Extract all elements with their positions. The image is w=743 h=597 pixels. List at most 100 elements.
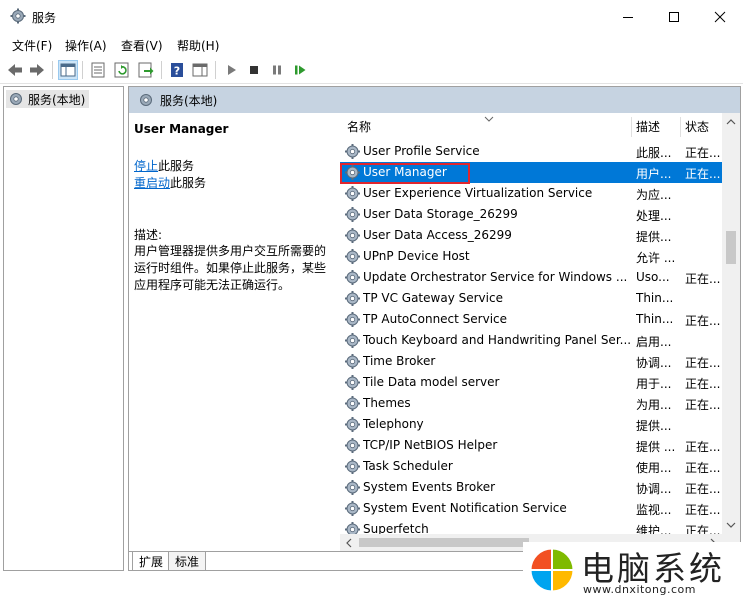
properties-icon: [91, 62, 105, 78]
properties-button[interactable]: [88, 60, 108, 80]
show-console-tree-button[interactable]: [58, 60, 78, 80]
description-text: 用户管理器提供多用户交互所需要的 运行时组件。如果停止此服务，某些 应用程序可能…: [134, 243, 332, 294]
service-row[interactable]: Time Broker 协调... 正在...: [340, 351, 722, 372]
service-row[interactable]: User Profile Service 此服... 正在...: [340, 141, 722, 162]
stop-service-button[interactable]: [244, 60, 264, 80]
service-row[interactable]: TP VC Gateway Service Thin...: [340, 288, 722, 309]
stop-service-link[interactable]: 停止: [134, 159, 158, 173]
service-status: 正在...: [685, 482, 721, 496]
play-icon: [228, 65, 236, 75]
service-row[interactable]: User Data Storage_26299 处理...: [340, 204, 722, 225]
service-row[interactable]: User Experience Virtualization Service 为应…: [340, 183, 722, 204]
tab-standard[interactable]: 标准: [168, 552, 207, 570]
column-header-description[interactable]: 描述: [636, 113, 678, 139]
service-status: 正在...: [685, 398, 721, 412]
refresh-button[interactable]: [112, 60, 132, 80]
stop-action: 停止此服务: [134, 157, 194, 174]
scroll-left-icon[interactable]: [345, 538, 353, 548]
service-name: Task Scheduler: [363, 459, 453, 473]
toolbar: ?: [0, 56, 743, 84]
service-name: Telephony: [363, 417, 424, 431]
service-status: 正在...: [685, 377, 721, 391]
maximize-button[interactable]: [651, 0, 697, 34]
service-description: 协调...: [636, 482, 672, 496]
service-row[interactable]: Themes 为用... 正在...: [340, 393, 722, 414]
vertical-scrollbar[interactable]: [722, 113, 740, 534]
pane-header-title: 服务(本地): [160, 93, 218, 108]
help-button[interactable]: ?: [167, 60, 187, 80]
selected-service-name: User Manager: [134, 122, 229, 136]
restart-action: 重启动此服务: [134, 174, 206, 191]
service-row[interactable]: User Data Access_26299 提供...: [340, 225, 722, 246]
menu-bar: 文件(F) 操作(A) 查看(V) 帮助(H): [0, 34, 743, 56]
service-row[interactable]: TP AutoConnect Service Thin... 正在...: [340, 309, 722, 330]
pane-header: 服务(本地): [129, 87, 740, 113]
show-action-pane-button[interactable]: [190, 60, 210, 80]
column-divider[interactable]: [680, 117, 681, 137]
minimize-button[interactable]: [605, 0, 651, 34]
service-description: Uso...: [636, 270, 670, 284]
service-gear-icon: [345, 291, 360, 306]
vertical-scroll-thumb[interactable]: [726, 231, 736, 264]
service-description: 为用...: [636, 398, 672, 412]
service-row[interactable]: TCP/IP NetBIOS Helper 提供 ... 正在...: [340, 435, 722, 456]
start-service-button[interactable]: [221, 60, 241, 80]
service-row[interactable]: UPnP Device Host 允许 ...: [340, 246, 722, 267]
restart-service-button[interactable]: [290, 60, 310, 80]
scroll-down-icon[interactable]: [726, 521, 736, 529]
close-button[interactable]: [697, 0, 743, 34]
service-gear-icon: [345, 312, 360, 327]
export-list-button[interactable]: [136, 60, 156, 80]
service-name: System Events Broker: [363, 480, 496, 494]
services-gear-icon: [10, 93, 22, 105]
service-row[interactable]: System Event Notification Service 监视... 正在…: [340, 498, 722, 519]
back-arrow-icon: [8, 64, 22, 76]
service-description: 提供...: [636, 419, 672, 433]
tab-extended[interactable]: 扩展: [132, 552, 171, 570]
service-row[interactable]: Tile Data model server 用于... 正在...: [340, 372, 722, 393]
service-description: Thin...: [636, 312, 674, 326]
tree-item-services-local[interactable]: 服务(本地): [6, 90, 90, 108]
service-gear-icon: [345, 249, 360, 264]
column-divider[interactable]: [631, 117, 632, 137]
service-row[interactable]: Touch Keyboard and Handwriting Panel Ser…: [340, 330, 722, 351]
service-row[interactable]: Telephony 提供...: [340, 414, 722, 435]
main-pane: 服务(本地) User Manager 停止此服务 重启动此服务 描述: 用户管…: [128, 86, 741, 571]
forward-button[interactable]: [27, 60, 47, 80]
scroll-up-icon[interactable]: [726, 118, 736, 126]
menu-action[interactable]: 操作(A): [65, 37, 107, 54]
service-description: 为应...: [636, 188, 672, 202]
menu-help[interactable]: 帮助(H): [177, 37, 219, 54]
service-description: 监视...: [636, 503, 672, 517]
service-name: Themes: [363, 396, 411, 410]
horizontal-scroll-thumb[interactable]: [359, 538, 529, 547]
service-row[interactable]: User Manager 用户... 正在...: [340, 162, 722, 184]
service-description: Thin...: [636, 291, 674, 305]
description-line: 应用程序可能无法正确运行。: [134, 278, 291, 292]
column-header-name[interactable]: 名称: [347, 113, 627, 139]
service-name: User Experience Virtualization Service: [363, 186, 593, 200]
menu-file[interactable]: 文件(F): [12, 37, 52, 54]
toolbar-separator: [82, 61, 83, 79]
service-gear-icon: [345, 501, 360, 516]
restart-service-link[interactable]: 重启动: [134, 176, 170, 190]
column-header-status[interactable]: 状态: [685, 113, 722, 139]
service-description: 协调...: [636, 356, 672, 370]
menu-view[interactable]: 查看(V): [121, 37, 163, 54]
service-name: User Data Access_26299: [363, 228, 512, 242]
service-name: User Profile Service: [363, 144, 480, 158]
service-description: 处理...: [636, 209, 672, 223]
service-row[interactable]: System Events Broker 协调... 正在...: [340, 477, 722, 498]
service-description: 用户...: [636, 167, 672, 181]
pause-service-button[interactable]: [267, 60, 287, 80]
service-description: 使用...: [636, 461, 672, 475]
service-gear-icon: [345, 228, 360, 243]
services-gear-icon: [140, 94, 152, 106]
watermark-url: www.dnxitong.com: [583, 583, 696, 596]
back-button[interactable]: [5, 60, 25, 80]
toolbar-separator: [52, 61, 53, 79]
service-row[interactable]: Update Orchestrator Service for Windows …: [340, 267, 722, 288]
service-status: 正在...: [685, 356, 721, 370]
service-row[interactable]: Task Scheduler 使用... 正在...: [340, 456, 722, 477]
description-label: 描述:: [134, 228, 163, 242]
